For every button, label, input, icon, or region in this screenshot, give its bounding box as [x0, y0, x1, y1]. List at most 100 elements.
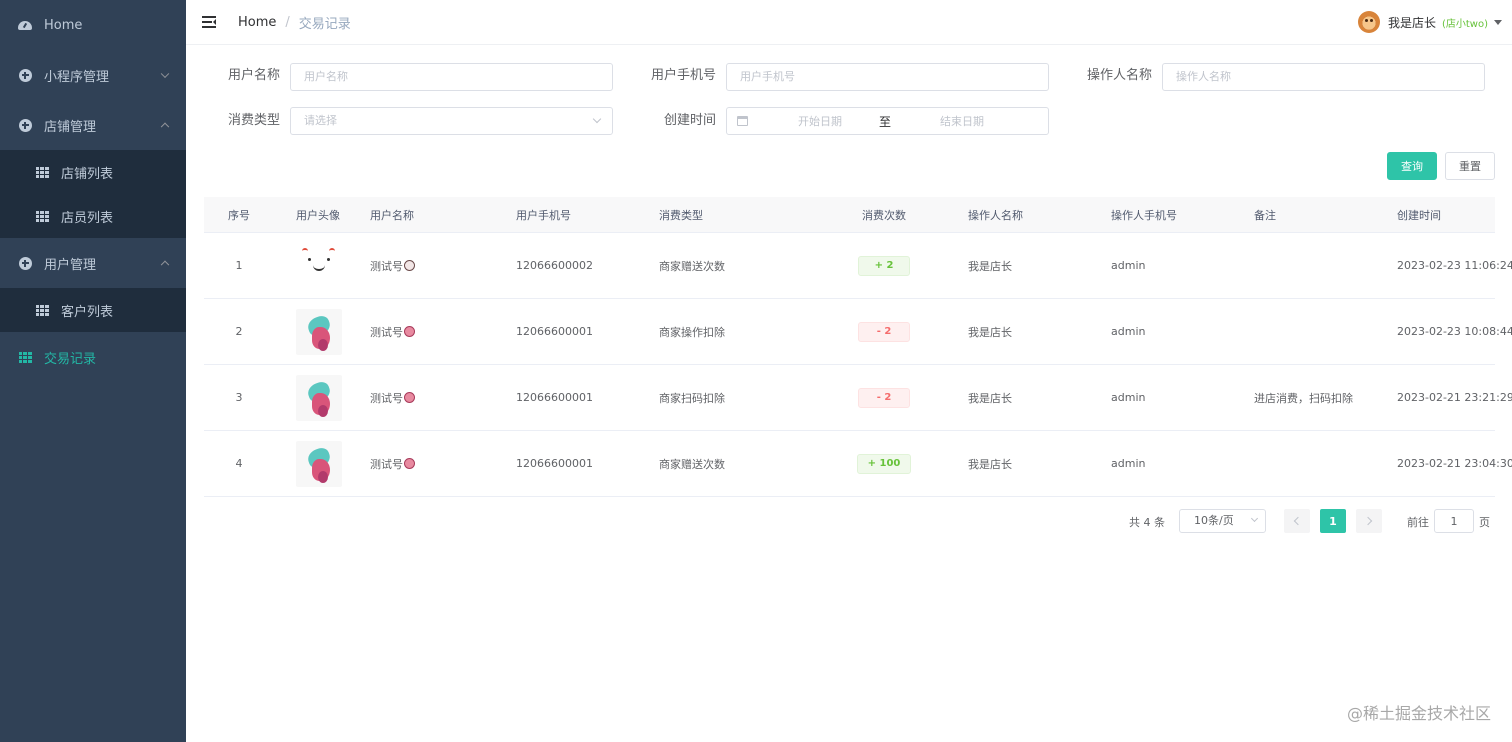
cell-phone: 12066600001 — [516, 457, 593, 470]
cell-name: 测试号 — [370, 457, 403, 471]
user-avatar[interactable] — [296, 440, 342, 487]
date-range-separator: 至 — [878, 114, 891, 129]
sidebar-item-home[interactable]: Home — [0, 0, 186, 50]
operator-name-input[interactable]: 操作人名称 — [1162, 63, 1485, 91]
user-name-input[interactable]: 用户名称 — [290, 63, 613, 91]
start-date-input[interactable]: 开始日期 — [770, 113, 870, 129]
caret-down-icon — [1494, 19, 1502, 25]
cell-operator-phone: admin — [1111, 325, 1146, 338]
col-count: 消费次数 — [862, 208, 906, 222]
col-operator-name: 操作人名称 — [968, 208, 1023, 222]
circle-plus-icon — [18, 118, 32, 132]
next-page-button[interactable] — [1356, 509, 1382, 533]
ghost-emoji-icon — [404, 259, 415, 271]
cell-phone: 12066600001 — [516, 325, 593, 338]
page-suffix: 页 — [1479, 516, 1490, 529]
sidebar-item-customer-list[interactable]: 客户列表 — [0, 288, 186, 332]
cell-index: 1 — [235, 259, 243, 272]
cell-index: 2 — [235, 325, 243, 338]
end-date-input[interactable]: 结束日期 — [912, 113, 1012, 129]
user-phone-input[interactable]: 用户手机号 — [726, 63, 1049, 91]
col-type: 消费类型 — [659, 208, 703, 222]
dashboard-icon — [18, 18, 32, 32]
table-icon — [18, 350, 32, 364]
chevron-down-icon — [1250, 514, 1259, 523]
consume-type-select[interactable]: 请选择 — [290, 107, 613, 135]
user-name-label: 用户名称 — [227, 68, 280, 83]
search-button[interactable]: 查询 — [1387, 152, 1437, 180]
chevron-down-icon — [592, 114, 602, 124]
chevron-right-icon — [1363, 516, 1373, 526]
col-time: 创建时间 — [1397, 208, 1441, 222]
circle-plus-icon — [18, 256, 32, 270]
page-size-select[interactable]: 10条/页 — [1179, 509, 1266, 533]
transactions-table: 序号 用户头像 用户名称 用户手机号 消费类型 消费次数 操作人名称 操作人手机… — [204, 197, 1512, 497]
sidebar-item-transactions[interactable]: 交易记录 — [0, 332, 186, 382]
table-icon — [35, 165, 49, 179]
cell-type: 商家操作扣除 — [659, 325, 725, 339]
cell-time: 2023-02-21 23:21:29 — [1397, 391, 1512, 404]
cell-operator-name: 我是店长 — [968, 325, 1012, 339]
sidebar-item-label: 小程序管理 — [44, 69, 110, 85]
sidebar-item-staff-list[interactable]: 店员列表 — [0, 194, 186, 238]
create-time-label: 创建时间 — [663, 113, 716, 128]
prev-page-button[interactable] — [1284, 509, 1310, 533]
cell-type: 商家赠送次数 — [659, 259, 725, 273]
pagination-total: 共 4 条 — [1129, 516, 1165, 529]
consume-type-placeholder: 请选择 — [304, 114, 337, 127]
table-row: 3 测试号 12066600001 商家扫码扣除 - 2 我是店长 admin … — [204, 365, 1512, 431]
user-avatar[interactable] — [296, 308, 342, 355]
count-tag: + 2 — [858, 255, 910, 276]
user-avatar[interactable] — [296, 242, 342, 289]
count-tag: - 2 — [858, 321, 910, 342]
cell-phone: 12066600002 — [516, 259, 593, 272]
user-avatar[interactable] — [296, 374, 342, 421]
count-tag: + 100 — [856, 453, 912, 474]
table-icon — [35, 209, 49, 223]
sidebar-item-label: 店铺列表 — [61, 166, 114, 182]
devil-emoji-icon — [404, 391, 415, 403]
goto-page-input[interactable]: 1 — [1434, 509, 1474, 533]
sidebar-item-shop-list[interactable]: 店铺列表 — [0, 150, 186, 194]
col-operator-phone: 操作人手机号 — [1111, 208, 1177, 222]
chevron-down-icon — [160, 69, 170, 79]
user-menu[interactable]: 我是店长 (店小two) — [1357, 11, 1502, 33]
sidebar: Home 小程序管理 店铺管理 店铺列表 店员列表 用户管理 客户列表 交易记录 — [0, 0, 186, 742]
sidebar-item-user-mgmt[interactable]: 用户管理 — [0, 238, 186, 288]
sidebar-item-label: 店员列表 — [61, 210, 114, 226]
cell-type: 商家赠送次数 — [659, 457, 725, 471]
cell-note: 进店消费，扫码扣除 — [1254, 391, 1353, 405]
breadcrumb-home[interactable]: Home — [238, 15, 276, 30]
sidebar-item-label: 店铺管理 — [44, 119, 97, 135]
circle-plus-icon — [18, 68, 32, 82]
sidebar-item-miniprogram[interactable]: 小程序管理 — [0, 50, 186, 100]
cell-operator-phone: admin — [1111, 457, 1146, 470]
hamburger-icon[interactable] — [202, 16, 216, 28]
page-number-current[interactable]: 1 — [1320, 509, 1346, 533]
cell-name: 测试号 — [370, 259, 403, 273]
cell-time: 2023-02-21 23:04:30 — [1397, 457, 1512, 470]
devil-emoji-icon — [404, 457, 415, 469]
table-row: 2 测试号 12066600001 商家操作扣除 - 2 我是店长 admin … — [204, 299, 1512, 365]
sidebar-item-shop[interactable]: 店铺管理 — [0, 100, 186, 150]
username: 我是店长 — [1387, 15, 1436, 30]
cell-operator-name: 我是店长 — [968, 391, 1012, 405]
breadcrumb-separator: / — [285, 14, 290, 30]
chevron-up-icon — [160, 260, 170, 270]
cell-index: 4 — [235, 457, 243, 470]
date-range-picker[interactable]: 开始日期 至 结束日期 — [726, 107, 1049, 135]
cell-operator-phone: admin — [1111, 391, 1146, 404]
consume-type-label: 消费类型 — [227, 113, 280, 128]
page-size-value: 10条/页 — [1194, 514, 1234, 527]
breadcrumb: Home / 交易记录 — [238, 13, 351, 32]
table-row: 4 测试号 12066600001 商家赠送次数 + 100 我是店长 admi… — [204, 431, 1512, 497]
chevron-left-icon — [1293, 516, 1303, 526]
calendar-icon — [737, 116, 748, 126]
reset-button[interactable]: 重置 — [1445, 152, 1495, 180]
devil-emoji-icon — [404, 325, 415, 337]
breadcrumb-current: 交易记录 — [298, 16, 351, 32]
navbar: Home / 交易记录 我是店长 (店小two) — [186, 0, 1512, 45]
cell-time: 2023-02-23 10:08:44 — [1397, 325, 1512, 338]
cell-index: 3 — [235, 391, 243, 404]
user-phone-label: 用户手机号 — [650, 68, 716, 83]
